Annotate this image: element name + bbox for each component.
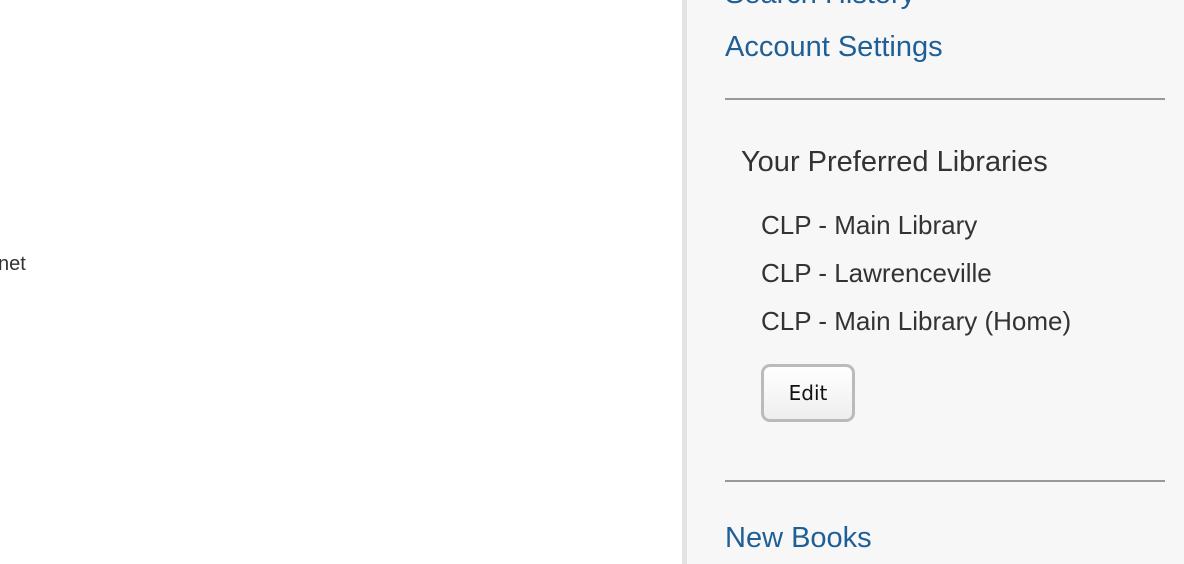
sidebar: Search History Account Settings Your Pre… (682, 0, 1184, 564)
library-item: CLP - Main Library (761, 210, 978, 240)
divider (725, 480, 1165, 482)
edit-libraries-button[interactable]: Edit (761, 364, 855, 422)
divider (725, 98, 1165, 100)
search-history-link[interactable]: Search History (725, 0, 915, 11)
preferred-libraries-heading: Your Preferred Libraries (741, 146, 1048, 178)
account-settings-link[interactable]: Account Settings (725, 31, 943, 64)
library-item: CLP - Main Library (Home) (761, 306, 1072, 336)
new-books-link[interactable]: New Books (725, 522, 872, 555)
main-content-text-fragment: net (0, 253, 26, 275)
library-item: CLP - Lawrenceville (761, 258, 992, 288)
